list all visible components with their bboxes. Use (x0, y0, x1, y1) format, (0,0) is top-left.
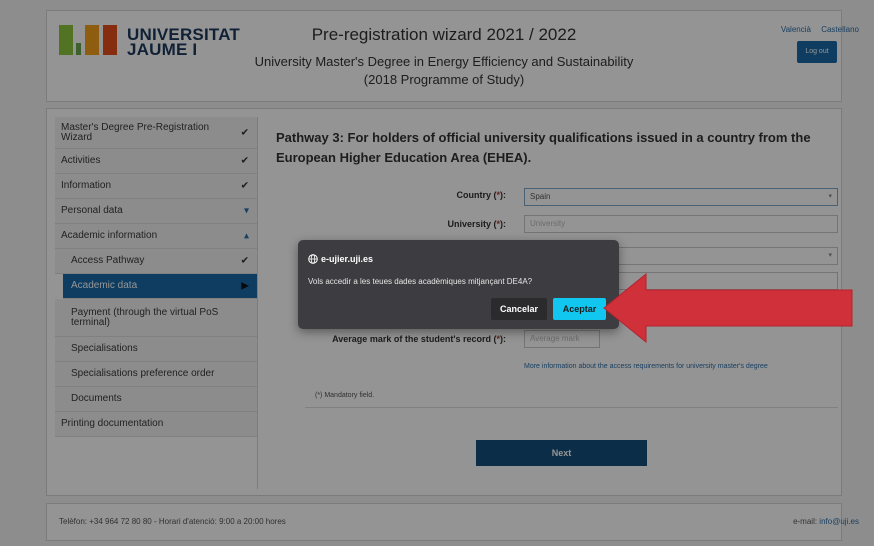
permission-dialog: e-ujier.uji.es Vols accedir a les teues … (298, 240, 619, 329)
dialog-message: Vols accedir a les teues dades acadèmiqu… (308, 277, 533, 286)
dialog-site: e-ujier.uji.es (308, 254, 373, 266)
globe-icon (308, 254, 318, 266)
cancel-button[interactable]: Cancelar (491, 298, 547, 320)
pointer-arrow-icon (603, 272, 853, 344)
